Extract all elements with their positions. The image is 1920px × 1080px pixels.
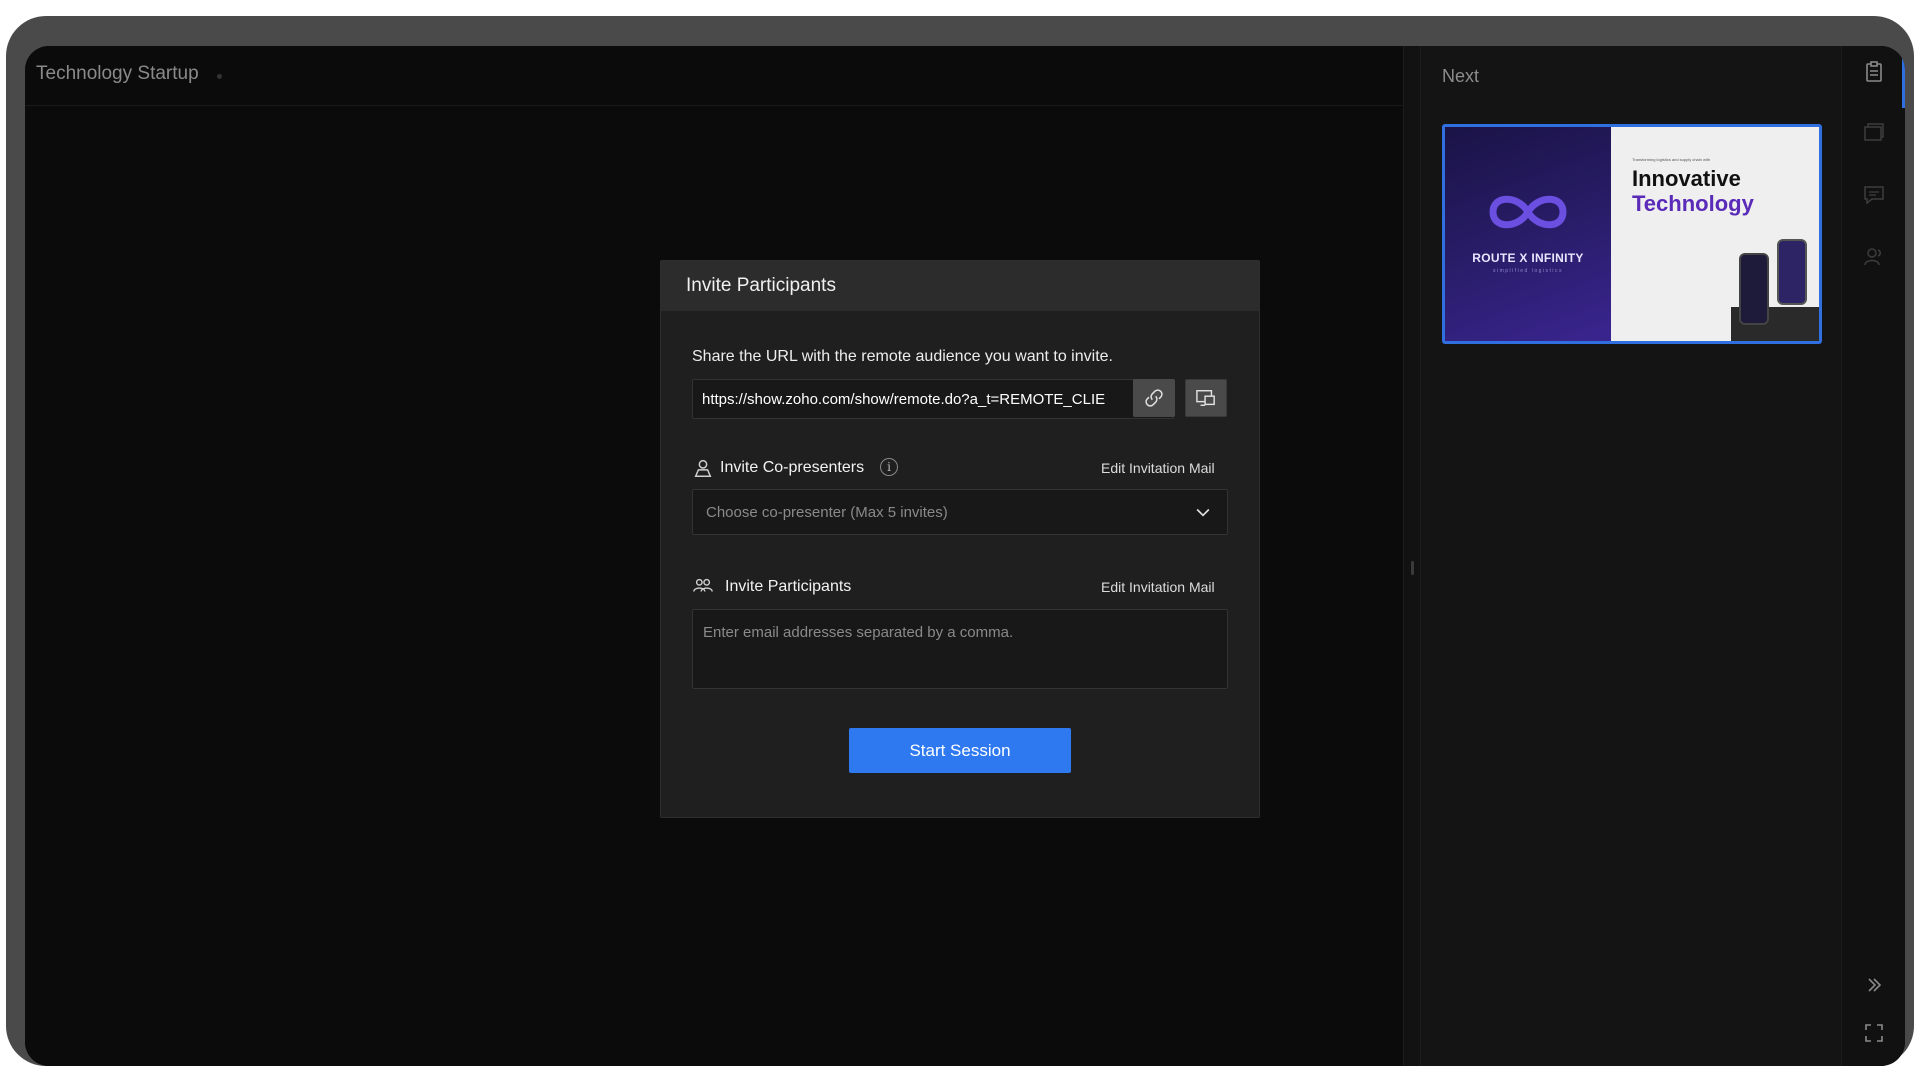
dialog-title: Invite Participants <box>686 275 836 296</box>
invite-participants-label: Invite Participants <box>725 578 852 595</box>
chevron-down-icon <box>1196 508 1210 517</box>
session-url: https://show.zoho.com/show/remote.do?a_t… <box>702 391 1106 408</box>
start-session-button[interactable]: Start Session <box>849 728 1071 773</box>
person-icon <box>692 457 714 479</box>
invite-participants-dialog: Invite Participants Share the URL with t… <box>660 260 1260 818</box>
open-audience-view-button[interactable] <box>1185 379 1227 417</box>
modal-overlay: Invite Participants Share the URL with t… <box>0 0 1920 1080</box>
share-instructions: Share the URL with the remote audience y… <box>692 348 1113 365</box>
dialog-header: Invite Participants <box>661 261 1259 311</box>
link-icon <box>1145 389 1163 407</box>
group-icon <box>692 575 714 597</box>
edit-participant-mail-link[interactable]: Edit Invitation Mail <box>1101 579 1215 595</box>
copresenter-select-placeholder: Choose co-presenter (Max 5 invites) <box>706 504 948 521</box>
copresenter-select[interactable]: Choose co-presenter (Max 5 invites) <box>692 489 1228 535</box>
invite-copresenters-label: Invite Co-presenters <box>720 459 865 476</box>
screen-share-icon <box>1196 390 1215 406</box>
participant-email-input[interactable] <box>692 609 1228 689</box>
info-icon[interactable]: i <box>880 458 898 476</box>
copy-link-button[interactable] <box>1133 379 1175 417</box>
session-url-field[interactable]: https://show.zoho.com/show/remote.do?a_t… <box>692 379 1174 419</box>
edit-copresenter-mail-link[interactable]: Edit Invitation Mail <box>1101 460 1215 476</box>
